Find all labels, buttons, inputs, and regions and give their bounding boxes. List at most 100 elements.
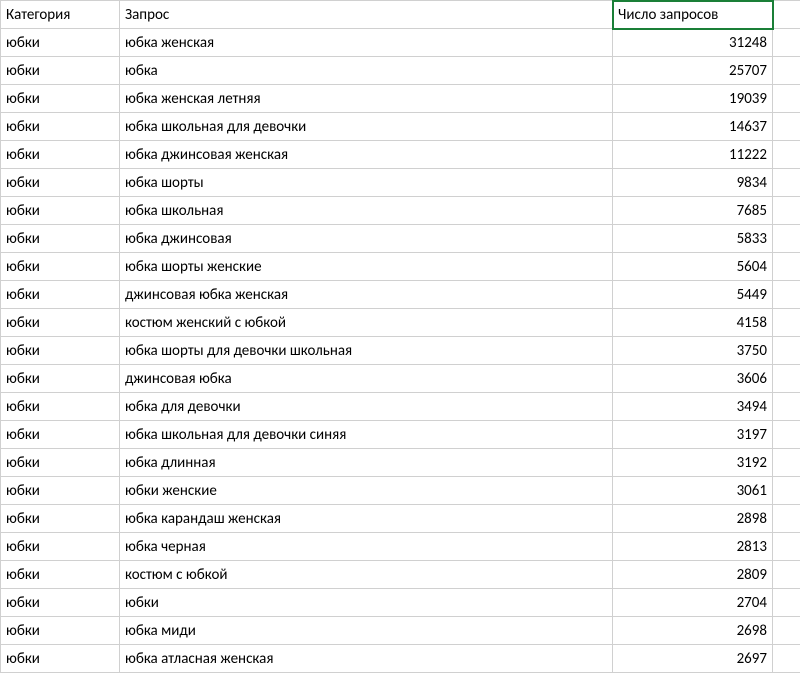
- cell-category[interactable]: юбки: [1, 365, 120, 393]
- cell-count[interactable]: 3197: [613, 421, 773, 449]
- cell-count[interactable]: 5604: [613, 253, 773, 281]
- cell-extra[interactable]: [773, 533, 800, 561]
- cell-query[interactable]: костюм женский с юбкой: [120, 309, 613, 337]
- cell-category[interactable]: юбки: [1, 645, 120, 673]
- header-extra[interactable]: [773, 1, 800, 29]
- cell-extra[interactable]: [773, 505, 800, 533]
- cell-category[interactable]: юбки: [1, 617, 120, 645]
- cell-query[interactable]: юбки: [120, 589, 613, 617]
- cell-count[interactable]: 7685: [613, 197, 773, 225]
- cell-category[interactable]: юбки: [1, 113, 120, 141]
- cell-extra[interactable]: [773, 57, 800, 85]
- cell-query[interactable]: юбка женская летняя: [120, 85, 613, 113]
- cell-query[interactable]: юбка атласная женская: [120, 645, 613, 673]
- header-query[interactable]: Запрос: [120, 1, 613, 29]
- cell-category[interactable]: юбки: [1, 85, 120, 113]
- cell-extra[interactable]: [773, 141, 800, 169]
- cell-extra[interactable]: [773, 365, 800, 393]
- cell-count[interactable]: 2898: [613, 505, 773, 533]
- cell-query[interactable]: юбка карандаш женская: [120, 505, 613, 533]
- cell-extra[interactable]: [773, 561, 800, 589]
- cell-count[interactable]: 3061: [613, 477, 773, 505]
- cell-count[interactable]: 14637: [613, 113, 773, 141]
- header-category[interactable]: Категория: [1, 1, 120, 29]
- cell-extra[interactable]: [773, 421, 800, 449]
- cell-extra[interactable]: [773, 393, 800, 421]
- cell-extra[interactable]: [773, 617, 800, 645]
- table-row: юбкиюбка школьная для девочки14637: [1, 113, 800, 141]
- cell-count[interactable]: 2809: [613, 561, 773, 589]
- cell-query[interactable]: юбка джинсовая: [120, 225, 613, 253]
- cell-query[interactable]: джинсовая юбка женская: [120, 281, 613, 309]
- cell-count[interactable]: 3750: [613, 337, 773, 365]
- cell-count[interactable]: 2813: [613, 533, 773, 561]
- cell-query[interactable]: юбка для девочки: [120, 393, 613, 421]
- cell-count[interactable]: 3606: [613, 365, 773, 393]
- cell-query[interactable]: джинсовая юбка: [120, 365, 613, 393]
- cell-query[interactable]: юбка миди: [120, 617, 613, 645]
- cell-category[interactable]: юбки: [1, 561, 120, 589]
- cell-count[interactable]: 2697: [613, 645, 773, 673]
- cell-query[interactable]: костюм с юбкой: [120, 561, 613, 589]
- cell-category[interactable]: юбки: [1, 421, 120, 449]
- cell-category[interactable]: юбки: [1, 253, 120, 281]
- cell-query[interactable]: юбка шорты женские: [120, 253, 613, 281]
- cell-category[interactable]: юбки: [1, 309, 120, 337]
- cell-count[interactable]: 19039: [613, 85, 773, 113]
- cell-count[interactable]: 3494: [613, 393, 773, 421]
- table-row: юбкиюбка шорты женские5604: [1, 253, 800, 281]
- header-count[interactable]: Число запросов: [613, 1, 773, 29]
- cell-count[interactable]: 25707: [613, 57, 773, 85]
- cell-count[interactable]: 3192: [613, 449, 773, 477]
- cell-category[interactable]: юбки: [1, 337, 120, 365]
- cell-category[interactable]: юбки: [1, 281, 120, 309]
- cell-extra[interactable]: [773, 197, 800, 225]
- cell-query[interactable]: юбка школьная для девочки синяя: [120, 421, 613, 449]
- cell-count[interactable]: 5449: [613, 281, 773, 309]
- cell-category[interactable]: юбки: [1, 197, 120, 225]
- cell-query[interactable]: юбка черная: [120, 533, 613, 561]
- cell-query[interactable]: юбка шорты для девочки школьная: [120, 337, 613, 365]
- cell-category[interactable]: юбки: [1, 57, 120, 85]
- cell-category[interactable]: юбки: [1, 169, 120, 197]
- cell-count[interactable]: 5833: [613, 225, 773, 253]
- cell-extra[interactable]: [773, 169, 800, 197]
- cell-count[interactable]: 2704: [613, 589, 773, 617]
- cell-category[interactable]: юбки: [1, 393, 120, 421]
- cell-count[interactable]: 9834: [613, 169, 773, 197]
- cell-category[interactable]: юбки: [1, 29, 120, 57]
- cell-count[interactable]: 31248: [613, 29, 773, 57]
- cell-category[interactable]: юбки: [1, 449, 120, 477]
- table-row: юбкиюбки2704: [1, 589, 800, 617]
- cell-extra[interactable]: [773, 253, 800, 281]
- cell-query[interactable]: юбка джинсовая женская: [120, 141, 613, 169]
- cell-query[interactable]: юбка женская: [120, 29, 613, 57]
- cell-extra[interactable]: [773, 589, 800, 617]
- table-row: юбкиюбка джинсовая5833: [1, 225, 800, 253]
- cell-extra[interactable]: [773, 225, 800, 253]
- cell-extra[interactable]: [773, 281, 800, 309]
- cell-category[interactable]: юбки: [1, 533, 120, 561]
- cell-category[interactable]: юбки: [1, 225, 120, 253]
- cell-count[interactable]: 4158: [613, 309, 773, 337]
- cell-extra[interactable]: [773, 477, 800, 505]
- cell-count[interactable]: 11222: [613, 141, 773, 169]
- cell-extra[interactable]: [773, 645, 800, 673]
- cell-extra[interactable]: [773, 449, 800, 477]
- cell-extra[interactable]: [773, 29, 800, 57]
- cell-query[interactable]: юбка школьная: [120, 197, 613, 225]
- cell-query[interactable]: юбка шорты: [120, 169, 613, 197]
- cell-query[interactable]: юбка школьная для девочки: [120, 113, 613, 141]
- cell-category[interactable]: юбки: [1, 589, 120, 617]
- cell-query[interactable]: юбка: [120, 57, 613, 85]
- cell-category[interactable]: юбки: [1, 477, 120, 505]
- cell-extra[interactable]: [773, 113, 800, 141]
- cell-query[interactable]: юбка длинная: [120, 449, 613, 477]
- cell-query[interactable]: юбки женские: [120, 477, 613, 505]
- cell-extra[interactable]: [773, 85, 800, 113]
- cell-category[interactable]: юбки: [1, 141, 120, 169]
- cell-extra[interactable]: [773, 337, 800, 365]
- cell-extra[interactable]: [773, 309, 800, 337]
- cell-count[interactable]: 2698: [613, 617, 773, 645]
- cell-category[interactable]: юбки: [1, 505, 120, 533]
